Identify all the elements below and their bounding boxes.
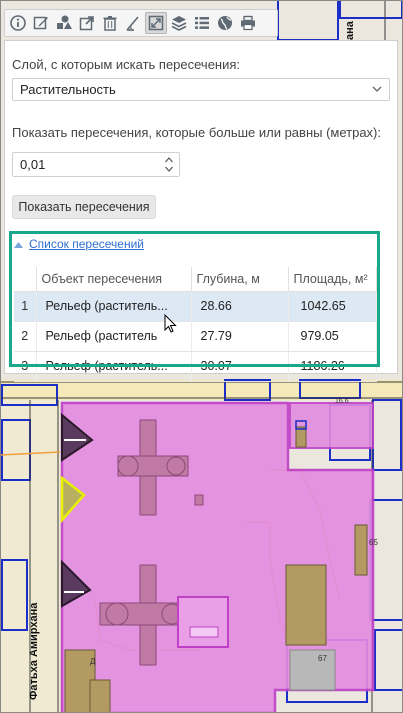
col-area[interactable]: Площадь, м² <box>288 267 377 292</box>
intersections-list-toggle[interactable]: Список пересечений <box>14 237 144 251</box>
trash-icon <box>103 16 117 31</box>
col-depth[interactable]: Глубина, м <box>191 267 289 292</box>
row-object: Рельеф (раститель... <box>36 351 192 382</box>
row-area: 979.05 <box>288 321 377 352</box>
street-label: Фатьха Амирхана <box>28 602 40 700</box>
stepper-arrows-icon[interactable] <box>164 155 174 174</box>
map-toolbar <box>4 9 278 37</box>
intersections-table: Объект пересечения Глубина, м Площадь, м… <box>14 267 377 382</box>
shapes-button[interactable] <box>53 12 75 34</box>
row-depth: 27.79 <box>191 321 289 352</box>
house-number-166: 16.6 <box>335 398 349 405</box>
street-label-top: ана <box>344 21 356 40</box>
intersection-button[interactable] <box>145 12 167 34</box>
edit-button[interactable] <box>30 12 52 34</box>
threshold-value: 0,01 <box>20 157 46 172</box>
house-number-65: 65 <box>369 538 378 547</box>
show-intersections-button[interactable]: Показать пересечения <box>12 195 156 219</box>
col-object[interactable]: Объект пересечения <box>36 267 192 292</box>
threshold-label: Показать пересечения, которые больше или… <box>12 125 382 140</box>
export-button[interactable] <box>76 12 98 34</box>
intersections-panel: Слой, с которым искать пересечения: Раст… <box>4 40 398 382</box>
info-button[interactable] <box>7 12 29 34</box>
list-button[interactable] <box>191 12 213 34</box>
mouse-cursor-icon <box>164 314 177 333</box>
export-icon <box>79 16 94 31</box>
layer-label: Слой, с которым искать пересечения: <box>12 57 241 72</box>
list-icon <box>195 17 209 29</box>
intersection-icon <box>148 15 164 31</box>
delete-button[interactable] <box>99 12 121 34</box>
chevron-down-icon <box>372 86 382 92</box>
row-index: 2 <box>14 321 37 352</box>
row-area: 1042.65 <box>288 291 377 322</box>
measure-icon <box>126 16 139 31</box>
intersections-list-title: Список пересечений <box>29 237 145 251</box>
globe-icon <box>218 16 232 30</box>
print-button[interactable] <box>237 12 259 34</box>
row-depth: 30.07 <box>191 351 289 382</box>
measure-button[interactable] <box>122 12 144 34</box>
layer-select[interactable]: Растительность <box>12 78 390 101</box>
row-area: 1186.26 <box>288 351 377 382</box>
info-icon <box>10 15 26 31</box>
row-index: 3 <box>14 351 37 382</box>
table-row[interactable]: 2 Рельеф (раститель 27.79 979.05 <box>14 321 377 352</box>
threshold-stepper[interactable]: 0,01 <box>12 152 180 177</box>
collapse-triangle-icon <box>14 241 23 248</box>
globe-button[interactable] <box>214 12 236 34</box>
col-index <box>14 267 37 292</box>
layers-icon <box>171 16 187 31</box>
print-icon <box>241 15 255 31</box>
layer-select-value: Растительность <box>20 82 116 97</box>
table-row[interactable]: 3 Рельеф (раститель... 30.07 1186.26 <box>14 351 377 382</box>
row-depth: 28.66 <box>191 291 289 322</box>
shapes-icon <box>57 15 72 29</box>
edit-icon <box>33 16 48 30</box>
house-number-67: 67 <box>318 654 327 663</box>
layers-button[interactable] <box>168 12 190 34</box>
row-index: 1 <box>14 291 37 322</box>
table-row[interactable]: 1 Рельеф (раститель... 28.66 1042.65 <box>14 291 377 322</box>
house-letter-d: Д <box>90 657 96 666</box>
